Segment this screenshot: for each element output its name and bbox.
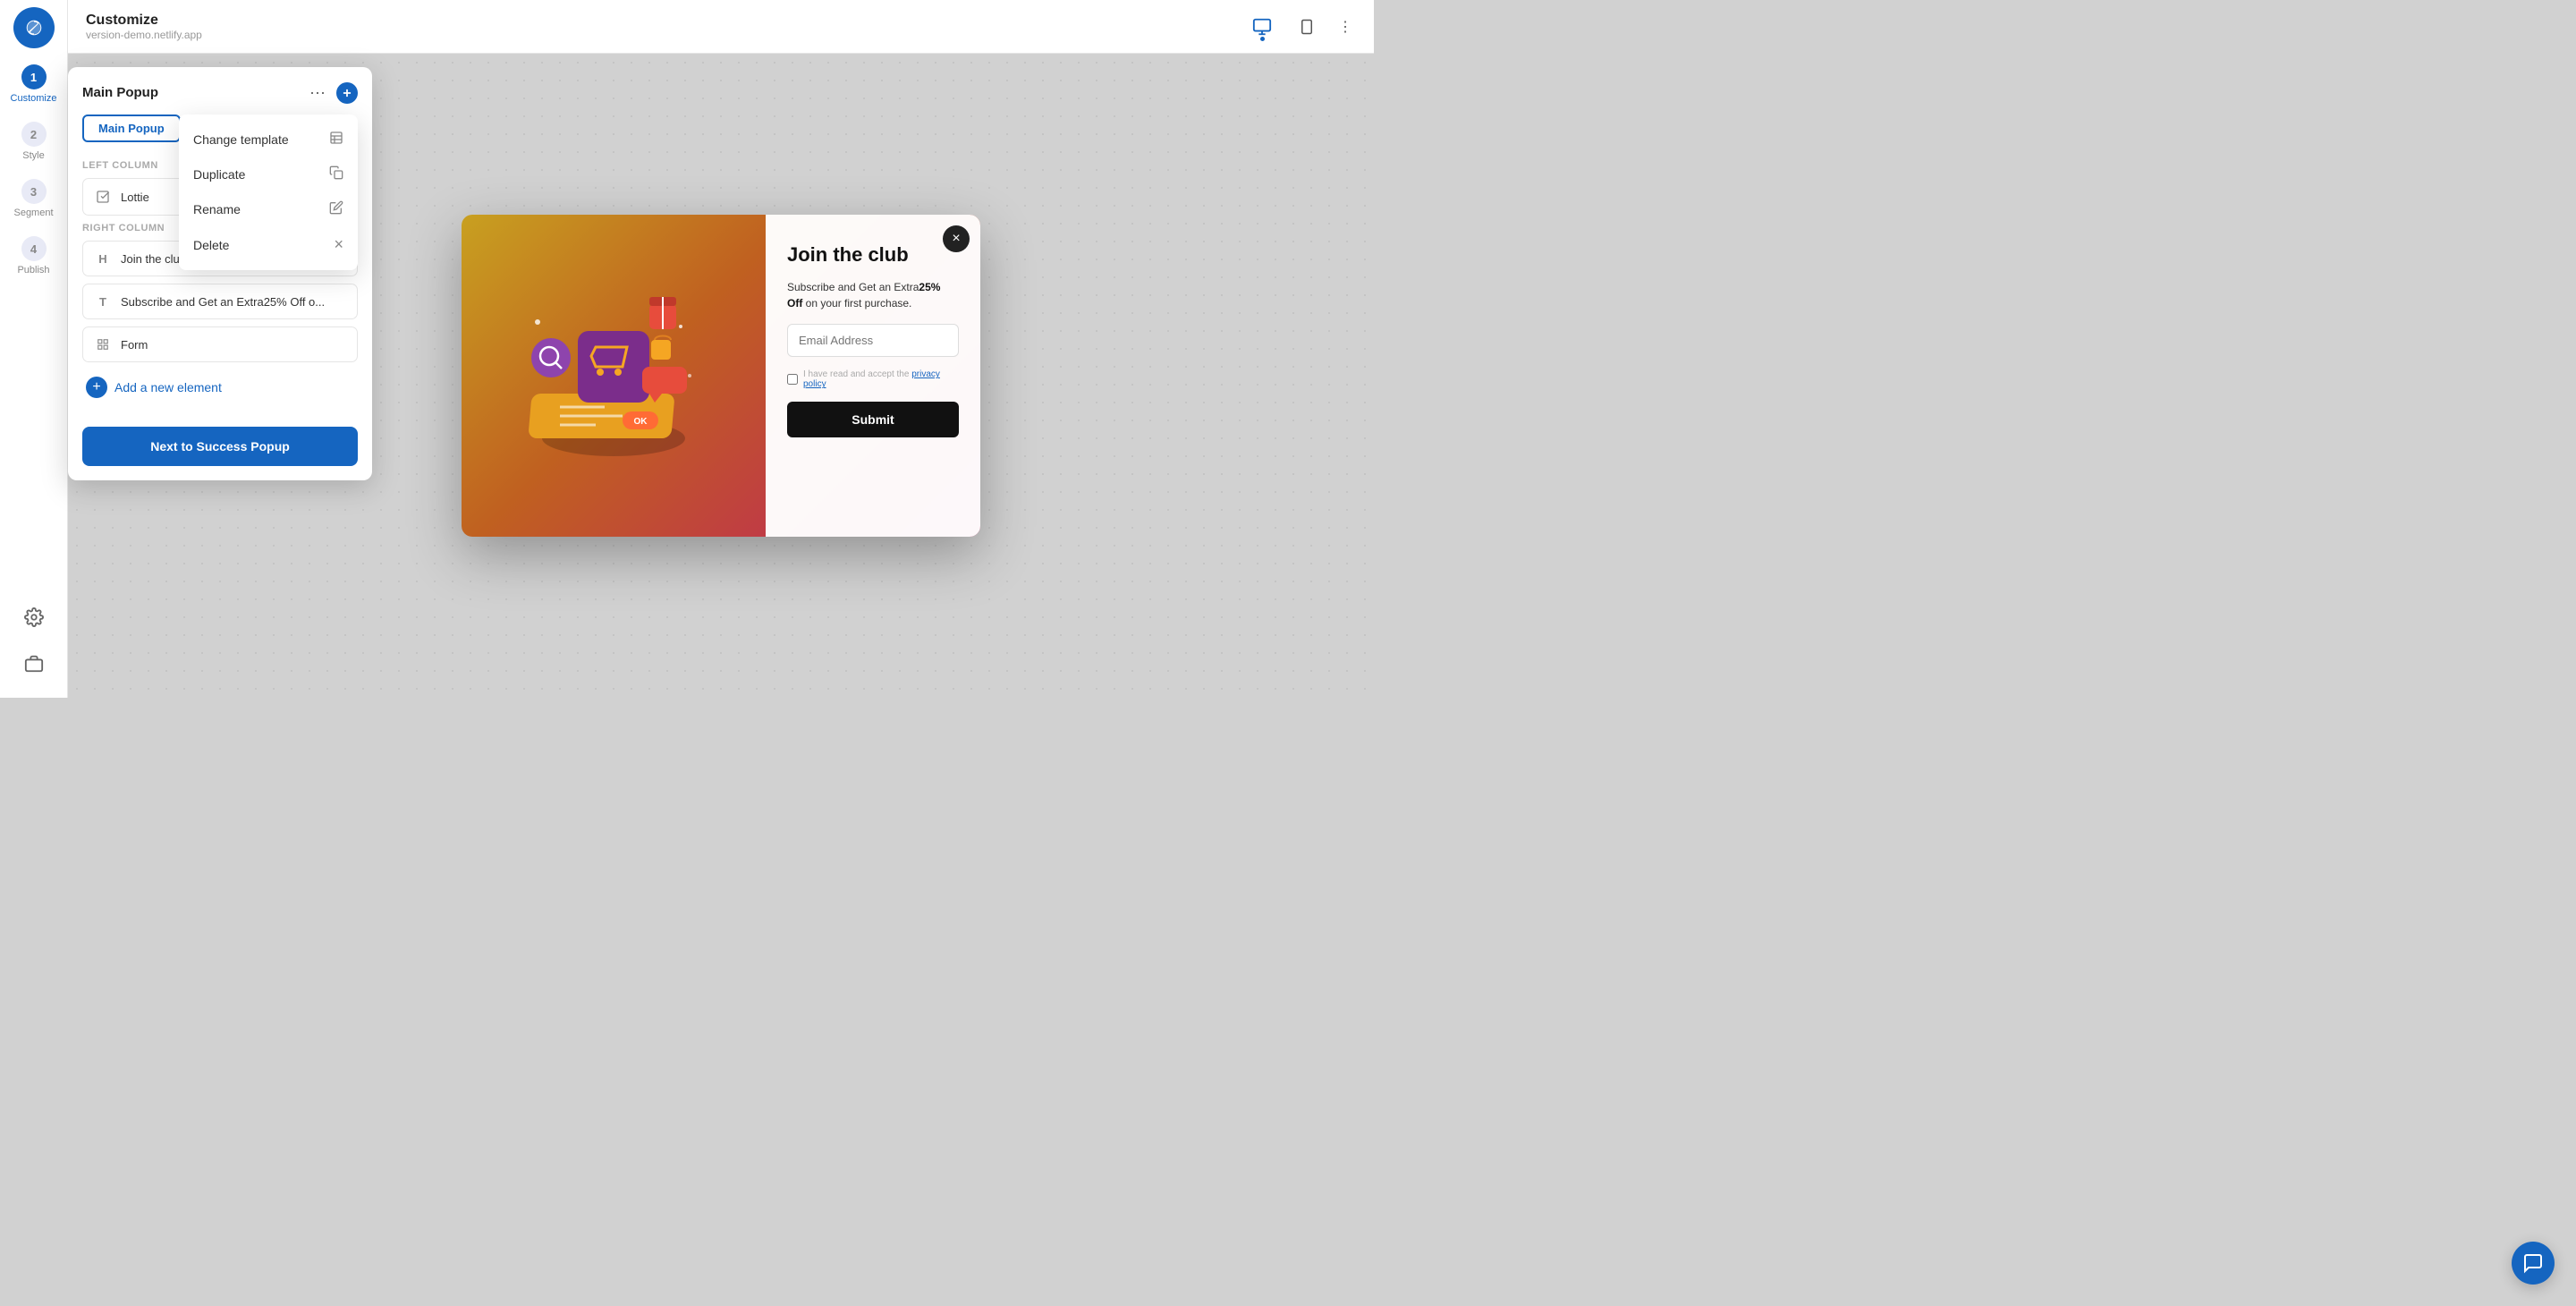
rename-icon (329, 200, 343, 217)
step-circle-3: 3 (21, 179, 47, 204)
popup-tab-main[interactable]: Main Popup (82, 114, 181, 142)
add-element-label: Add a new element (114, 380, 222, 394)
popup-card-title: Main Popup (82, 85, 158, 100)
sidebar-step-publish[interactable]: 4 Publish (0, 227, 68, 284)
popup-card-actions: ··· (306, 81, 358, 104)
popup-subtitle: Subscribe and Get an Extra25% Off on you… (787, 279, 959, 311)
popup-close-button[interactable]: × (943, 225, 970, 252)
popup-illustration-svg: OK (515, 277, 712, 474)
element-form[interactable]: Form (82, 326, 358, 362)
delete-icon: × (334, 235, 343, 254)
step-circle-1: 1 (21, 64, 47, 89)
email-input[interactable] (787, 324, 959, 357)
sidebar-step-segment[interactable]: 3 Segment (0, 170, 68, 227)
header-device-switcher: ⋮ (1245, 10, 1356, 44)
sidebar-step-customize[interactable]: 1 Customize (0, 55, 68, 113)
settings-button[interactable] (14, 598, 54, 637)
popup-add-button[interactable] (336, 82, 358, 104)
sidebar-step-style[interactable]: 2 Style (0, 113, 68, 170)
dropdown-change-template[interactable]: Change template (179, 122, 358, 157)
chat-bubble-button[interactable] (2512, 1242, 2555, 1285)
form-icon (94, 335, 112, 353)
context-dropdown-menu: Change template Duplicate Rename Delete … (179, 114, 358, 270)
app-logo (13, 7, 55, 48)
join-club-label: Join the club (121, 252, 186, 266)
header-title: Customize (86, 13, 202, 29)
header-more-button[interactable]: ⋮ (1335, 14, 1356, 39)
desktop-view-button[interactable] (1245, 10, 1279, 44)
element-subscribe[interactable]: T Subscribe and Get an Extra25% Off o... (82, 284, 358, 319)
header-subtitle: version-demo.netlify.app (86, 29, 202, 41)
duplicate-icon (329, 165, 343, 182)
popup-card-header: Main Popup ··· (82, 81, 358, 104)
form-label: Form (121, 338, 148, 352)
popup-more-button[interactable]: ··· (306, 81, 329, 104)
svg-text:OK: OK (634, 417, 648, 427)
mobile-view-button[interactable] (1290, 10, 1324, 44)
popup-preview: × OK (462, 215, 980, 537)
step-circle-4: 4 (21, 236, 47, 261)
heading-icon: H (94, 250, 112, 267)
popup-submit-button[interactable]: Submit (787, 402, 959, 437)
change-template-icon (329, 131, 343, 148)
sidebar: 1 Customize 2 Style 3 Segment 4 Publish (0, 0, 68, 698)
dropdown-duplicate[interactable]: Duplicate (179, 157, 358, 191)
lottie-label: Lottie (121, 191, 149, 204)
dropdown-rename[interactable]: Rename (179, 191, 358, 226)
text-icon: T (94, 293, 112, 310)
step-circle-2: 2 (21, 122, 47, 147)
privacy-checkbox[interactable] (787, 374, 798, 385)
header-info: Customize version-demo.netlify.app (86, 13, 202, 41)
popup-illustration-area: OK (462, 215, 766, 537)
lottie-icon (94, 188, 112, 206)
add-element-icon: + (86, 377, 107, 398)
popup-form-area: Join the club Subscribe and Get an Extra… (766, 215, 980, 537)
next-to-success-popup-button[interactable]: Next to Success Popup (82, 427, 358, 466)
dropdown-delete[interactable]: Delete × (179, 226, 358, 263)
briefcase-button[interactable] (14, 644, 54, 683)
subscribe-label: Subscribe and Get an Extra25% Off o... (121, 295, 325, 309)
add-element-button[interactable]: + Add a new element (82, 369, 358, 405)
popup-title: Join the club (787, 243, 959, 267)
privacy-checkbox-row: I have read and accept the privacy polic… (787, 369, 959, 389)
header: Customize version-demo.netlify.app ⋮ (68, 0, 1374, 54)
